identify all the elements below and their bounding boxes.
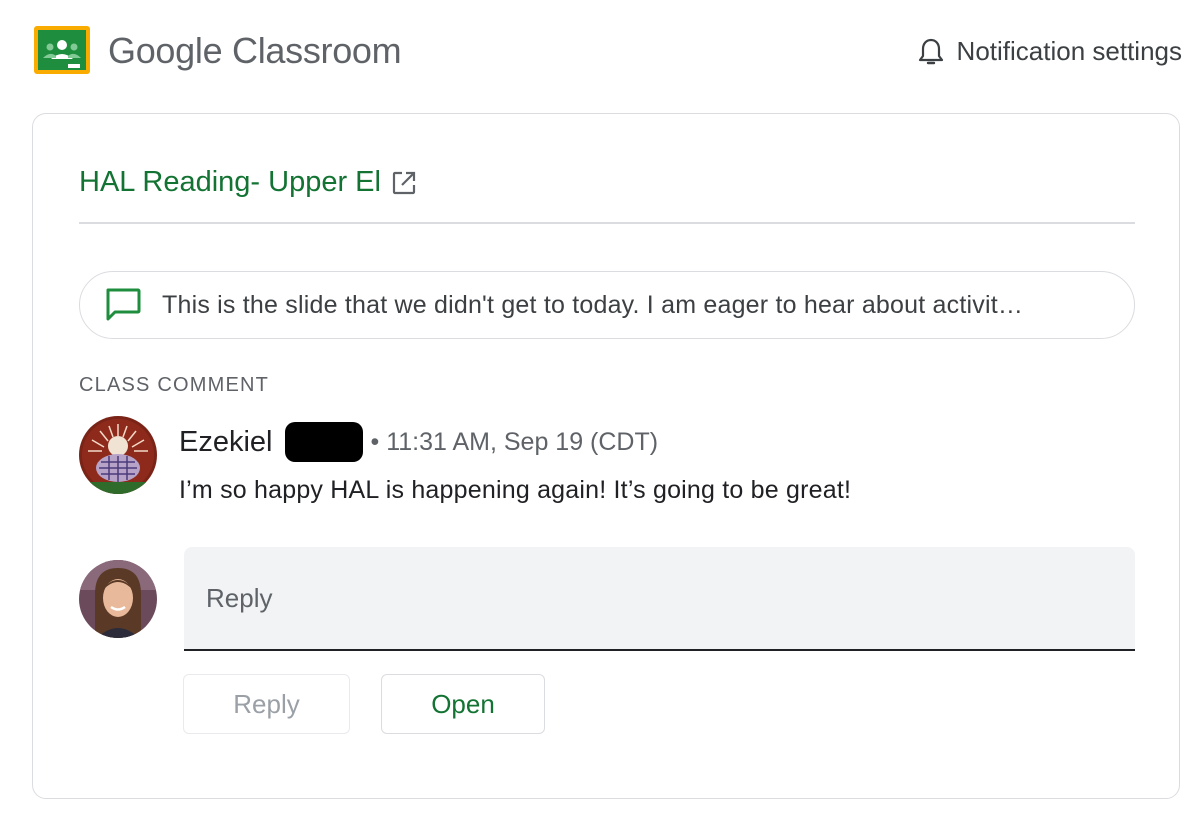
open-in-new-icon: [392, 171, 416, 194]
comment-header: Ezekiel • 11:31 AM, Sep 19 (CDT): [179, 422, 658, 462]
commenter-avatar-image: [79, 416, 157, 494]
page: Google Classroom Notification settings H…: [0, 0, 1200, 828]
notification-settings-label: Notification settings: [956, 36, 1182, 66]
notification-card: HAL Reading- Upper El This is the slide …: [32, 113, 1180, 799]
current-user-avatar-image: [79, 560, 157, 638]
current-user-avatar: [79, 560, 157, 638]
post-preview[interactable]: This is the slide that we didn't get to …: [79, 271, 1135, 339]
notification-settings-link[interactable]: Notification settings: [917, 36, 1182, 67]
google-classroom-logo-icon[interactable]: [34, 26, 90, 74]
comment-timestamp: • 11:31 AM, Sep 19 (CDT): [370, 427, 659, 456]
divider: [79, 222, 1135, 224]
reply-button[interactable]: Reply: [183, 674, 350, 734]
open-button[interactable]: Open: [381, 674, 545, 734]
class-title: HAL Reading- Upper El: [79, 166, 381, 198]
redacted-surname: [284, 422, 363, 462]
reply-field[interactable]: [184, 547, 1135, 651]
comment-author: Ezekiel: [179, 425, 273, 458]
section-label: CLASS COMMENT: [79, 374, 270, 396]
class-title-link[interactable]: HAL Reading- Upper El: [79, 166, 417, 199]
brand-title[interactable]: Google Classroom: [108, 30, 402, 72]
comment-icon: [106, 288, 141, 321]
header: Google Classroom Notification settings: [0, 0, 1200, 100]
brand-product: Classroom: [232, 30, 402, 71]
reply-input[interactable]: [204, 577, 1108, 619]
bell-icon: [918, 38, 943, 64]
comment-body: I’m so happy HAL is happening again! It’…: [179, 476, 852, 504]
brand-google: Google: [108, 30, 223, 71]
commenter-avatar: [79, 416, 157, 494]
post-preview-text: This is the slide that we didn't get to …: [162, 290, 1024, 319]
